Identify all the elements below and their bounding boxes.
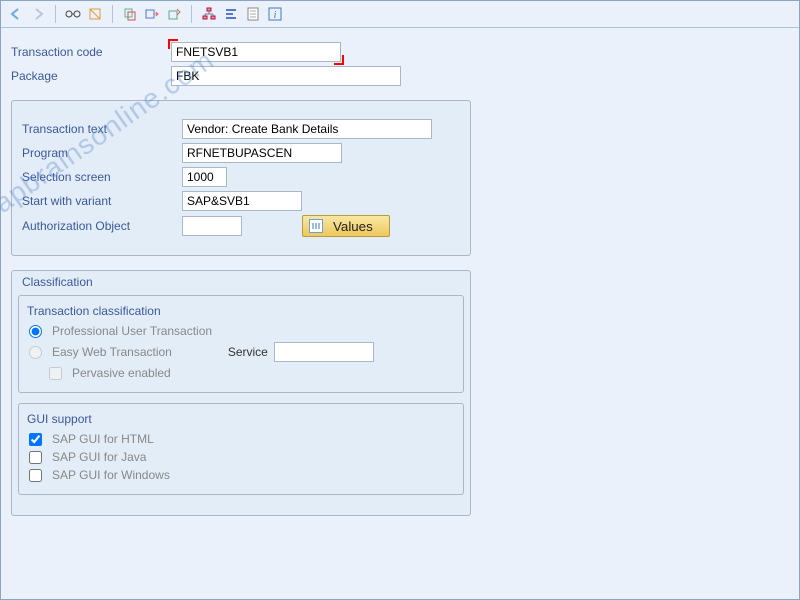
checkbox-pervasive-label: Pervasive enabled bbox=[72, 366, 171, 380]
package-input[interactable] bbox=[171, 66, 401, 86]
toolbar: i bbox=[1, 1, 799, 28]
document-icon[interactable] bbox=[244, 5, 262, 23]
checkbox-gui-windows-label: SAP GUI for Windows bbox=[52, 468, 170, 482]
selection-screen-label: Selection screen bbox=[22, 170, 182, 184]
forward-icon[interactable] bbox=[29, 5, 47, 23]
program-input[interactable] bbox=[182, 143, 342, 163]
values-button-label: Values bbox=[333, 219, 373, 234]
program-label: Program bbox=[22, 146, 182, 160]
hierarchy-icon[interactable] bbox=[200, 5, 218, 23]
glasses-icon[interactable] bbox=[64, 5, 82, 23]
transaction-code-input[interactable] bbox=[171, 42, 341, 62]
selection-screen-input[interactable] bbox=[182, 167, 227, 187]
gui-support-title: GUI support bbox=[27, 412, 455, 426]
checkbox-gui-windows[interactable] bbox=[29, 469, 42, 482]
copy-icon[interactable] bbox=[121, 5, 139, 23]
svg-text:i: i bbox=[274, 10, 277, 21]
details-panel: Transaction text Program Selection scree… bbox=[11, 100, 471, 256]
transaction-code-label: Transaction code bbox=[11, 45, 171, 59]
values-icon bbox=[309, 219, 323, 233]
radio-professional-label: Professional User Transaction bbox=[52, 324, 212, 338]
transaction-text-input[interactable] bbox=[182, 119, 432, 139]
transaction-classification-title: Transaction classification bbox=[27, 304, 455, 318]
checkbox-gui-html-label: SAP GUI for HTML bbox=[52, 432, 154, 446]
radio-professional[interactable] bbox=[29, 325, 42, 338]
align-icon[interactable] bbox=[222, 5, 240, 23]
checkbox-gui-html[interactable] bbox=[29, 433, 42, 446]
service-label: Service bbox=[228, 345, 268, 359]
export-icon[interactable] bbox=[165, 5, 183, 23]
start-variant-input[interactable] bbox=[182, 191, 302, 211]
radio-easy-web-label: Easy Web Transaction bbox=[52, 345, 172, 359]
start-variant-label: Start with variant bbox=[22, 194, 182, 208]
auth-object-label: Authorization Object bbox=[22, 219, 182, 233]
checkbox-gui-java[interactable] bbox=[29, 451, 42, 464]
info-icon[interactable]: i bbox=[266, 5, 284, 23]
classification-panel: Classification Transaction classificatio… bbox=[11, 270, 471, 516]
tools-icon[interactable] bbox=[86, 5, 104, 23]
radio-easy-web[interactable] bbox=[29, 346, 42, 359]
checkbox-gui-java-label: SAP GUI for Java bbox=[52, 450, 146, 464]
service-input[interactable] bbox=[274, 342, 374, 362]
auth-object-input[interactable] bbox=[182, 216, 242, 236]
checkbox-pervasive[interactable] bbox=[49, 367, 62, 380]
transaction-classification-group: Transaction classification Professional … bbox=[18, 295, 464, 393]
transaction-text-label: Transaction text bbox=[22, 122, 182, 136]
move-icon[interactable] bbox=[143, 5, 161, 23]
values-button[interactable]: Values bbox=[302, 215, 390, 237]
classification-title: Classification bbox=[18, 271, 464, 295]
package-label: Package bbox=[11, 69, 171, 83]
back-icon[interactable] bbox=[7, 5, 25, 23]
gui-support-group: GUI support SAP GUI for HTML SAP GUI for… bbox=[18, 403, 464, 495]
